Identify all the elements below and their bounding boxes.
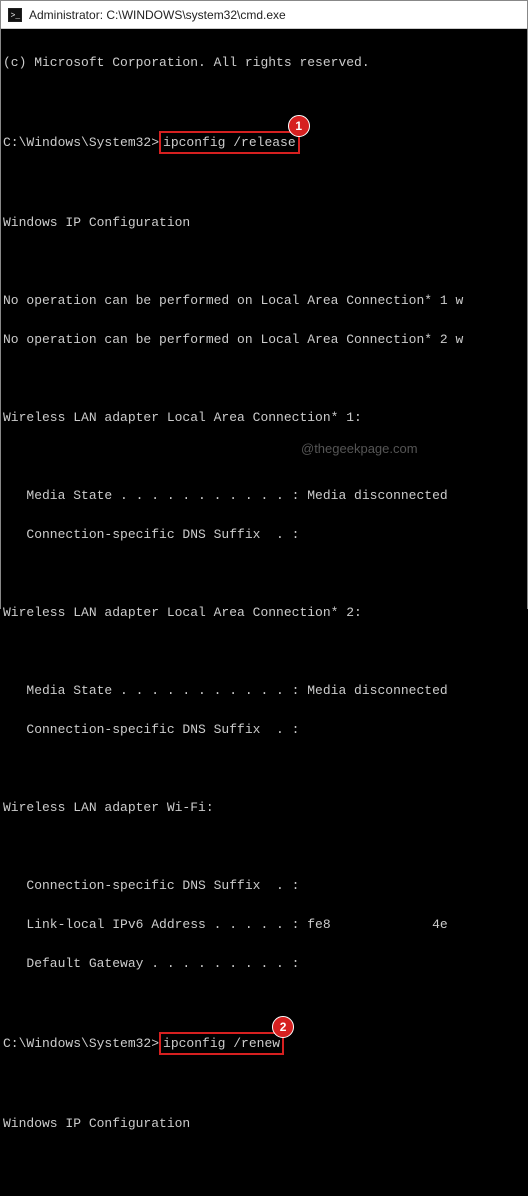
prompt-line-2: C:\Windows\System32>ipconfig /renew2 [3,1032,525,1056]
command-text-1: ipconfig /release [163,135,296,150]
command-highlight-2: ipconfig /renew2 [159,1032,284,1056]
cmd-icon: >_ [7,7,23,23]
blank [3,759,525,779]
output-line: No operation can be performed on Local A… [3,330,525,350]
window-title: Administrator: C:\WINDOWS\system32\cmd.e… [29,8,286,22]
section-heading: Windows IP Configuration [3,213,525,233]
command-text-2: ipconfig /renew [163,1036,280,1051]
prompt-path: C:\Windows\System32> [3,135,159,150]
svg-text:>_: >_ [11,11,21,20]
adapter-title: Wireless LAN adapter Wi-Fi: [3,798,525,818]
output-line: Media State . . . . . . . . . . . : Medi… [3,486,525,506]
blank [3,92,525,112]
output-line: Default Gateway . . . . . . . . . : [3,954,525,974]
blank [3,447,525,467]
blank [3,564,525,584]
prompt-path: C:\Windows\System32> [3,1036,159,1051]
blank [3,837,525,857]
annotation-badge-2: 2 [272,1016,294,1038]
blank [3,1075,525,1095]
section-heading: Windows IP Configuration [3,1114,525,1134]
annotation-badge-1: 1 [288,115,310,137]
adapter-title: Wireless LAN adapter Local Area Connecti… [3,603,525,623]
output-line: No operation can be performed on Local A… [3,291,525,311]
output-line: Connection-specific DNS Suffix . : [3,876,525,896]
blank [3,252,525,272]
blank [3,174,525,194]
prompt-line-1: C:\Windows\System32>ipconfig /release1 [3,131,525,155]
output-line: Connection-specific DNS Suffix . : [3,720,525,740]
output-line: Media State . . . . . . . . . . . : Medi… [3,681,525,701]
output-line: Connection-specific DNS Suffix . : [3,525,525,545]
terminal-output[interactable]: (c) Microsoft Corporation. All rights re… [1,29,527,1196]
blank [3,642,525,662]
copyright-line: (c) Microsoft Corporation. All rights re… [3,53,525,73]
output-line: Link-local IPv6 Address . . . . . : fe8 … [3,915,525,935]
adapter-title: Wireless LAN adapter Local Area Connecti… [3,408,525,428]
command-highlight-1: ipconfig /release1 [159,131,300,155]
blank [3,369,525,389]
blank [3,993,525,1013]
window-titlebar: >_ Administrator: C:\WINDOWS\system32\cm… [1,1,527,29]
